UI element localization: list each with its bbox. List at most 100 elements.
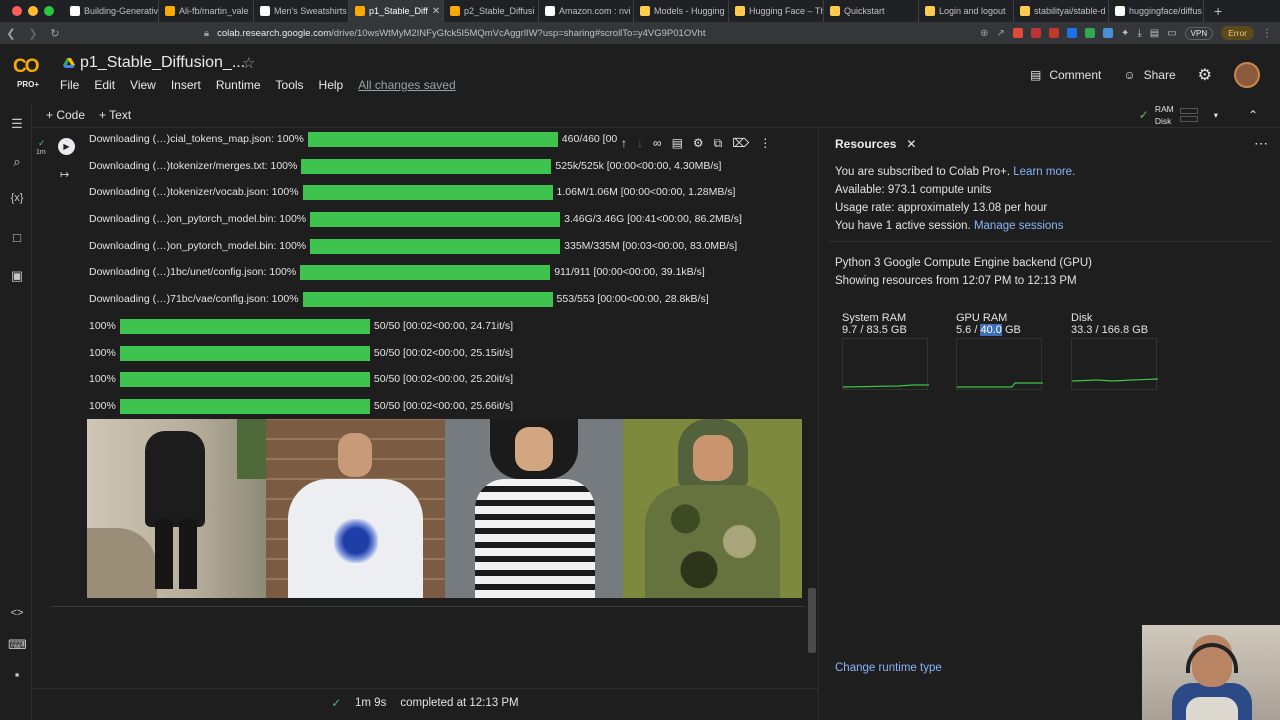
browser-tab[interactable]: Hugging Face – Th: [729, 0, 824, 22]
minimize-window-button[interactable]: [28, 6, 38, 16]
usage-rate: Usage rate: approximately 13.08 per hour: [835, 202, 1048, 214]
extension-icon-1[interactable]: [1048, 28, 1059, 38]
browser-tab[interactable]: Building-Generativ: [64, 0, 159, 22]
learn-more-link[interactable]: Learn more.: [1013, 166, 1075, 178]
tab-favicon-icon: [735, 6, 745, 16]
save-status[interactable]: All changes saved: [358, 78, 455, 92]
address-bar: ❮ ❯ ↻ 🔒︎ colab.research.google.com/drive…: [0, 22, 1280, 44]
progress-label: Downloading (…)tokenizer/merges.txt: 100…: [89, 160, 298, 172]
close-tab-icon[interactable]: ✕: [432, 6, 440, 17]
colab-logo[interactable]: CO: [13, 56, 47, 80]
manage-sessions-link[interactable]: Manage sessions: [974, 220, 1064, 232]
ram-disk-indicator[interactable]: ✓ RAM Disk ▾: [1139, 102, 1218, 128]
reload-icon[interactable]: ↻: [44, 27, 66, 40]
download-icon[interactable]: ⤓: [1137, 28, 1141, 39]
move-down-icon[interactable]: ↓: [637, 136, 643, 151]
progress-row: 100% 50/50 [00:02<00:00, 25.20it/s]: [89, 371, 513, 387]
menu-runtime[interactable]: Runtime: [216, 78, 261, 92]
comment-cell-icon[interactable]: ▤: [672, 136, 683, 151]
code-snippets-icon[interactable]: <>: [8, 607, 26, 619]
brave-shield-icon[interactable]: [1012, 28, 1023, 38]
search-icon[interactable]: ⌕: [8, 154, 26, 170]
tab-favicon-icon: [260, 6, 270, 16]
move-up-icon[interactable]: ↑: [621, 136, 627, 151]
progress-bar: [310, 211, 561, 227]
variables-icon[interactable]: {x}: [8, 192, 26, 204]
browser-menu-icon[interactable]: ⋮: [1262, 28, 1272, 39]
toc-icon[interactable]: ☰: [8, 116, 26, 132]
browser-tab[interactable]: p2_Stable_Diffusi: [444, 0, 539, 22]
cell-divider: [52, 606, 804, 607]
link-icon[interactable]: ∞: [653, 136, 662, 151]
url-path: /drive/10wsWtMyM2INFyGfck5I5MQmVcAggrlIW…: [331, 27, 706, 39]
add-text-button[interactable]: + Text: [99, 108, 131, 122]
folder-icon[interactable]: □: [8, 230, 26, 245]
notebook-scrollbar[interactable]: [808, 588, 816, 653]
puzzle-icon[interactable]: ✦: [1121, 28, 1129, 39]
more-cell-icon[interactable]: ⋮: [759, 136, 771, 151]
wallet-icon[interactable]: ▭: [1167, 28, 1176, 39]
browser-tab[interactable]: Models - Hugging: [634, 0, 729, 22]
error-button[interactable]: Error: [1221, 26, 1254, 40]
extension-icon-3[interactable]: [1084, 28, 1095, 38]
browser-tab[interactable]: stabilityai/stable-d: [1014, 0, 1109, 22]
output-toggle-icon[interactable]: ↦: [60, 168, 69, 181]
vpn-button[interactable]: VPN: [1184, 26, 1214, 40]
chevron-down-icon[interactable]: ▾: [1214, 110, 1218, 121]
star-icon[interactable]: ☆: [242, 54, 255, 72]
browser-tab[interactable]: Amazon.com : nvi: [539, 0, 634, 22]
browser-tab[interactable]: huggingface/diffus: [1109, 0, 1204, 22]
browser-tab[interactable]: Ali-fb/martin_vale: [159, 0, 254, 22]
collapse-header-icon[interactable]: ⌃: [1248, 108, 1258, 122]
completed-time: completed at 12:13 PM: [400, 696, 519, 709]
sidebar-toggle-icon[interactable]: ▤: [1150, 28, 1159, 39]
tab-label: Amazon.com : nvi: [559, 6, 631, 16]
comment-button[interactable]: ▤ Comment: [1030, 68, 1101, 82]
calendar-icon[interactable]: ▣: [8, 268, 26, 284]
change-runtime-link[interactable]: Change runtime type: [835, 662, 942, 674]
back-icon[interactable]: ❮: [0, 27, 22, 40]
progress-label: 100%: [89, 347, 116, 359]
url-field[interactable]: 🔒︎ colab.research.google.com/drive/10wsW…: [204, 28, 854, 39]
menu-file[interactable]: File: [60, 78, 79, 92]
share-button[interactable]: ☺ Share: [1123, 68, 1175, 82]
tab-favicon-icon: [1115, 6, 1125, 16]
browser-tab[interactable]: Login and logout: [919, 0, 1014, 22]
share-page-icon[interactable]: ↗: [997, 28, 1005, 39]
extension-icon-2[interactable]: [1066, 28, 1077, 38]
menu-insert[interactable]: Insert: [171, 78, 201, 92]
forward-icon[interactable]: ❯: [22, 27, 44, 40]
more-options-icon[interactable]: ⋯: [1254, 135, 1268, 152]
browser-tab[interactable]: Quickstart: [824, 0, 919, 22]
zoom-icon[interactable]: ⊕: [980, 28, 988, 39]
command-palette-icon[interactable]: ⌨: [8, 637, 27, 653]
cell-gutter: ✓ 1m ▶ ↦: [32, 128, 80, 608]
progress-row: 100% 50/50 [00:02<00:00, 25.15it/s]: [89, 345, 513, 361]
terminal-icon[interactable]: ▪: [8, 667, 26, 682]
menu-edit[interactable]: Edit: [94, 78, 115, 92]
browser-tab[interactable]: p1_Stable_Diff ✕: [349, 0, 444, 22]
menu-help[interactable]: Help: [319, 78, 344, 92]
brave-rewards-icon[interactable]: [1030, 28, 1041, 38]
add-code-button[interactable]: + Code: [46, 108, 85, 122]
settings-cell-icon[interactable]: ⚙: [693, 136, 704, 151]
close-window-button[interactable]: [12, 6, 22, 16]
extension-icon-4[interactable]: [1102, 28, 1113, 38]
delete-cell-icon[interactable]: ⌦: [732, 136, 749, 151]
notebook-title[interactable]: p1_Stable_Diffusion_...: [80, 54, 245, 72]
menu-view[interactable]: View: [130, 78, 156, 92]
avatar[interactable]: [1234, 62, 1260, 88]
close-icon[interactable]: ✕: [906, 137, 916, 151]
progress-label: Downloading (…)cial_tokens_map.json: 100…: [89, 133, 304, 145]
run-cell-button[interactable]: ▶: [58, 138, 75, 155]
new-tab-icon[interactable]: +: [1204, 3, 1232, 19]
browser-tab[interactable]: Men's Sweatshirts: [254, 0, 349, 22]
mirror-cell-icon[interactable]: ⧉: [714, 136, 723, 151]
gear-icon[interactable]: ⚙: [1198, 65, 1212, 85]
tab-favicon-icon: [355, 6, 365, 16]
backend-info: Python 3 Google Compute Engine backend (…: [835, 257, 1092, 269]
menu-tools[interactable]: Tools: [276, 78, 304, 92]
menu-bar: File Edit View Insert Runtime Tools Help…: [60, 78, 456, 92]
maximize-window-button[interactable]: [44, 6, 54, 16]
tab-favicon-icon: [640, 6, 650, 16]
